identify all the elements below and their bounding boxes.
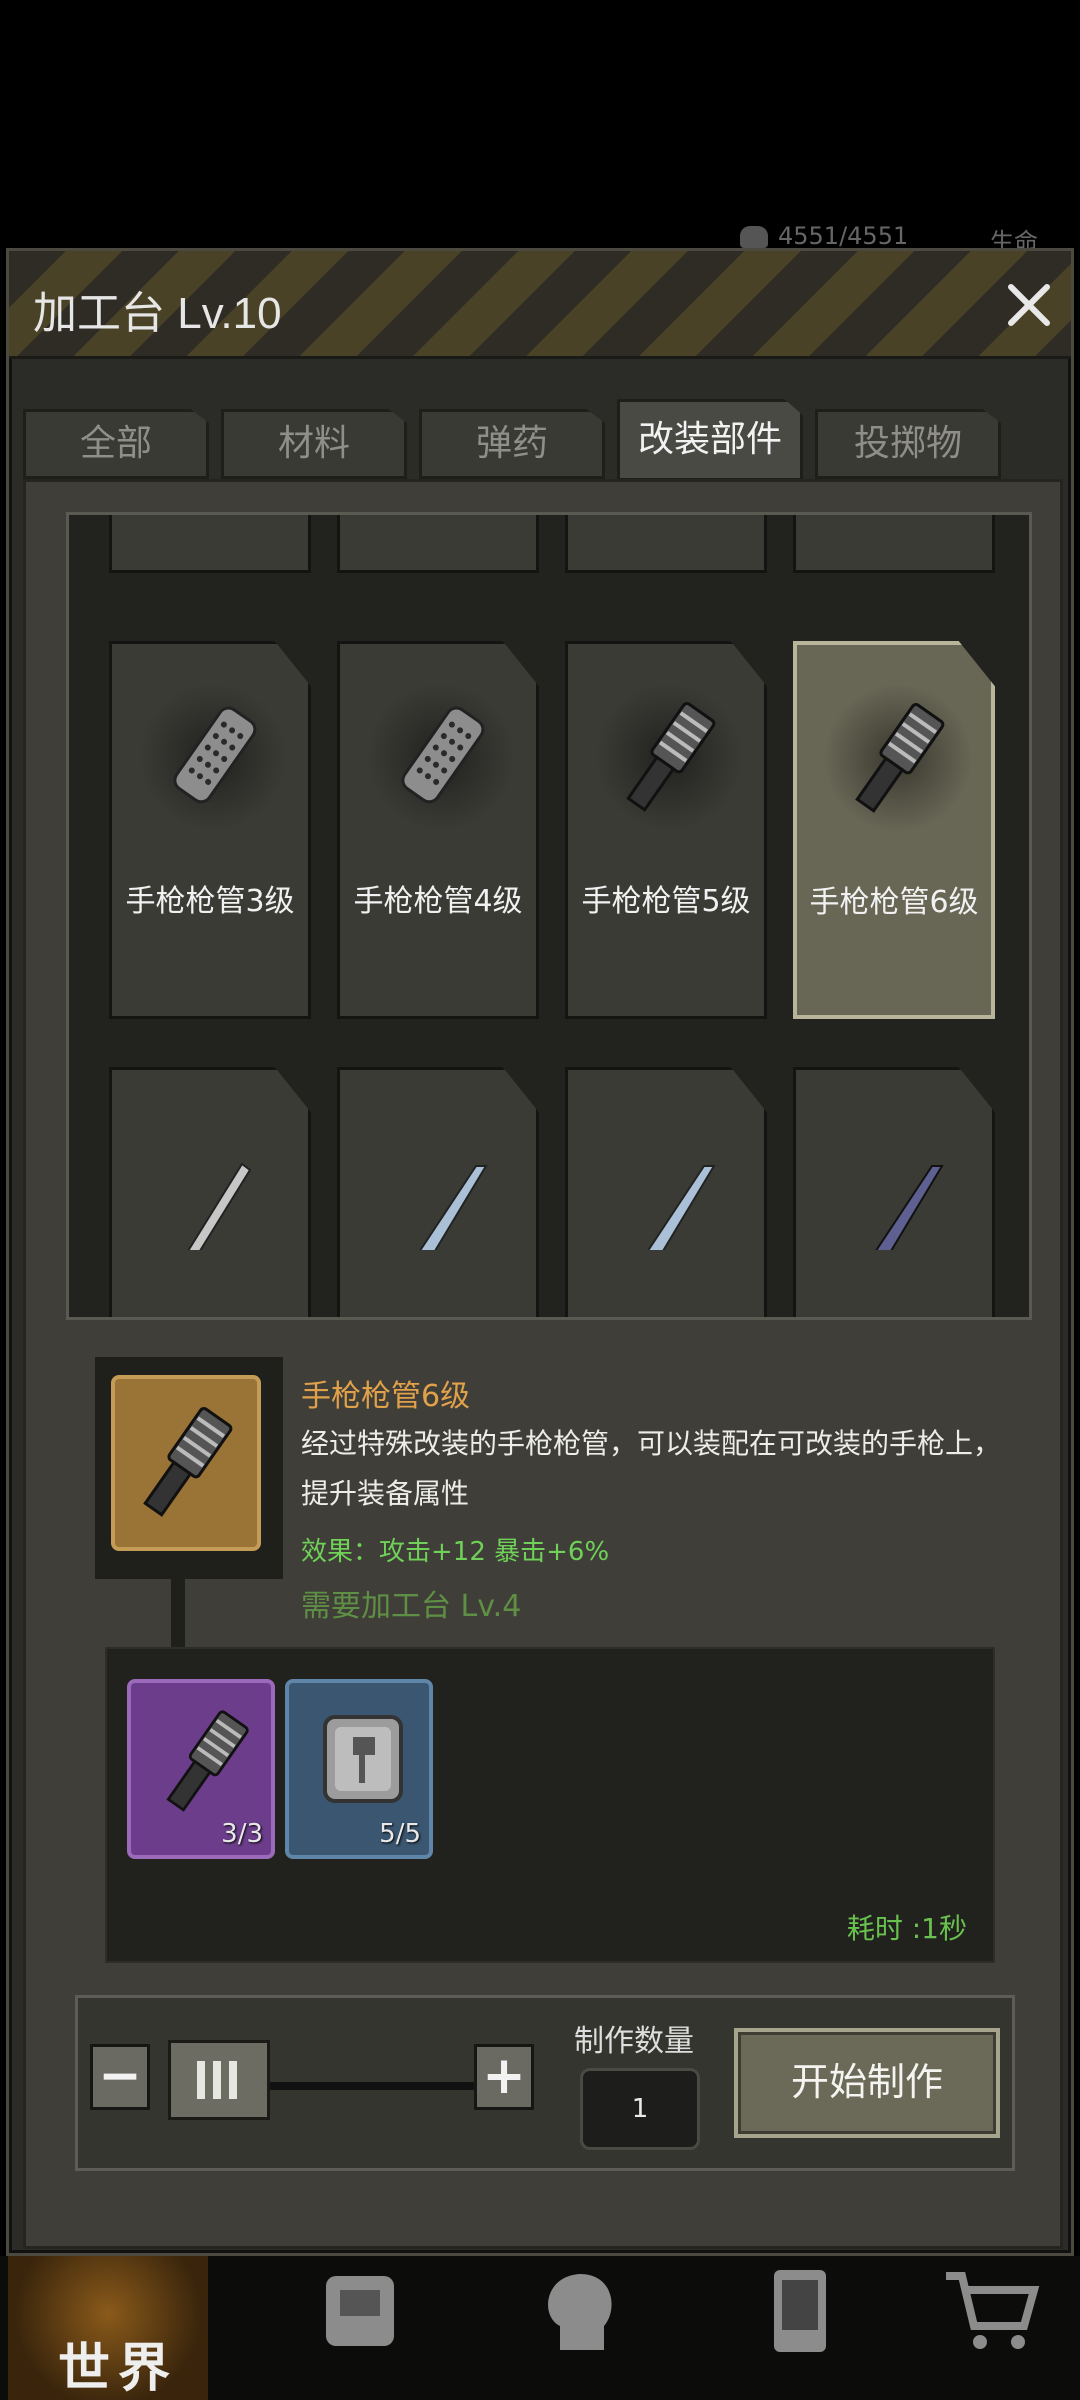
recipe-card-barrel-6[interactable]: 手枪枪管6级 (793, 641, 995, 1019)
panel-title: 加工台 Lv.10 (33, 289, 282, 338)
recipe-card-barrel-4[interactable]: 手枪枪管4级 (337, 641, 539, 1019)
item-description: 经过特殊改装的手枪枪管，可以装配在可改装的手枪上，提升装备属性 (301, 1427, 1002, 1510)
perforated-barrel-icon (173, 706, 257, 804)
recipe-label: 手枪枪管6级 (809, 885, 979, 920)
knife-icon (168, 1162, 252, 1250)
quantity-label: 制作数量 (574, 2024, 694, 2059)
head-icon (548, 2274, 612, 2350)
ribbed-barrel-icon (626, 702, 716, 812)
recipe-card[interactable] (337, 515, 539, 573)
title-bar: 加工台 Lv.10 (9, 251, 1071, 359)
heart-icon (740, 226, 768, 248)
nav-skills[interactable] (470, 2256, 670, 2400)
ribbed-barrel-icon (166, 1710, 249, 1812)
cart-icon (946, 2272, 1040, 2349)
recipe-card-blade[interactable] (565, 1067, 767, 1317)
hp-readout: 4551/4551 (740, 222, 908, 250)
recipe-card[interactable] (109, 515, 311, 573)
nav-world[interactable]: 世界 (8, 2256, 208, 2400)
nav-world-label: 世界 (58, 2339, 179, 2399)
nav-shop[interactable] (880, 2256, 1080, 2400)
recipe-label: 手枪枪管3级 (125, 884, 295, 919)
selected-item-frame (95, 1357, 283, 1579)
recipe-card-barrel-3[interactable]: 手枪枪管3级 (109, 641, 311, 1019)
nav-backpack[interactable] (250, 2256, 450, 2400)
recipe-label: 手枪枪管5级 (581, 884, 751, 919)
recipe-card-barrel-5[interactable]: 手枪枪管5级 (565, 641, 767, 1019)
material-count: 3/3 (221, 1819, 263, 1849)
tab-ammo[interactable]: 弹药 (419, 409, 605, 479)
start-craft-button[interactable]: 开始制作 (734, 2028, 1000, 2138)
grip-icon (197, 2061, 241, 2099)
decrease-button[interactable]: − (90, 2044, 150, 2110)
workbench-panel: 加工台 Lv.10 全部 材料 弹药 改装部件 投掷物 手枪枪管3级 手枪枪管4… (6, 248, 1074, 2256)
ribbed-barrel-icon (143, 1407, 233, 1517)
craft-time: 耗时 :1秒 (846, 1912, 967, 1945)
nav-device[interactable] (690, 2256, 890, 2400)
quantity-field[interactable]: 1 (580, 2068, 700, 2150)
perforated-barrel-icon (401, 706, 485, 804)
increase-button[interactable]: + (474, 2044, 534, 2110)
phone-icon (774, 2270, 826, 2352)
close-icon[interactable] (1001, 277, 1057, 333)
recipe-card-blade[interactable] (337, 1067, 539, 1317)
quantity-slider-thumb[interactable] (168, 2040, 270, 2120)
serrated-blade-icon (847, 1165, 944, 1250)
recipe-label: 手枪枪管4级 (353, 884, 523, 919)
selected-item-slot (111, 1375, 261, 1551)
recipe-card-serrated-blade[interactable] (793, 1067, 995, 1317)
material-slot[interactable]: 3/3 (127, 1679, 275, 1859)
ribbed-barrel-icon (855, 703, 945, 813)
recipe-card[interactable] (565, 515, 767, 573)
item-effect: 效果：攻击+12 暴击+6% (301, 1537, 610, 1567)
axe-plate-icon (323, 1715, 403, 1803)
tab-materials[interactable]: 材料 (221, 409, 407, 479)
connector-line (171, 1579, 185, 1649)
craft-controls: − + 制作数量 1 开始制作 (75, 1995, 1015, 2171)
recipe-card-knife[interactable] (109, 1067, 311, 1317)
recipe-grid[interactable]: 手枪枪管3级 手枪枪管4级 手枪枪管5级 手枪枪管6级 (66, 512, 1032, 1320)
category-tabs: 全部 材料 弹药 改装部件 投掷物 (23, 399, 1063, 481)
tab-all[interactable]: 全部 (23, 409, 209, 479)
item-requirement: 需要加工台 Lv.4 (301, 1589, 522, 1624)
blade-icon (391, 1165, 488, 1250)
material-slot[interactable]: 5/5 (285, 1679, 433, 1859)
tab-throwables[interactable]: 投掷物 (815, 409, 1001, 479)
status-strip: 4551/4551 生命 (0, 220, 1080, 256)
bottom-nav: 世界 (0, 2256, 1080, 2400)
materials-panel: 3/3 5/5 耗时 :1秒 (105, 1647, 995, 1963)
backpack-icon (326, 2276, 394, 2346)
blade-icon (619, 1165, 716, 1250)
item-name: 手枪枪管6级 (301, 1379, 471, 1414)
material-count: 5/5 (379, 1819, 421, 1849)
tab-mod-parts[interactable]: 改装部件 (617, 399, 803, 481)
recipe-card[interactable] (793, 515, 995, 573)
